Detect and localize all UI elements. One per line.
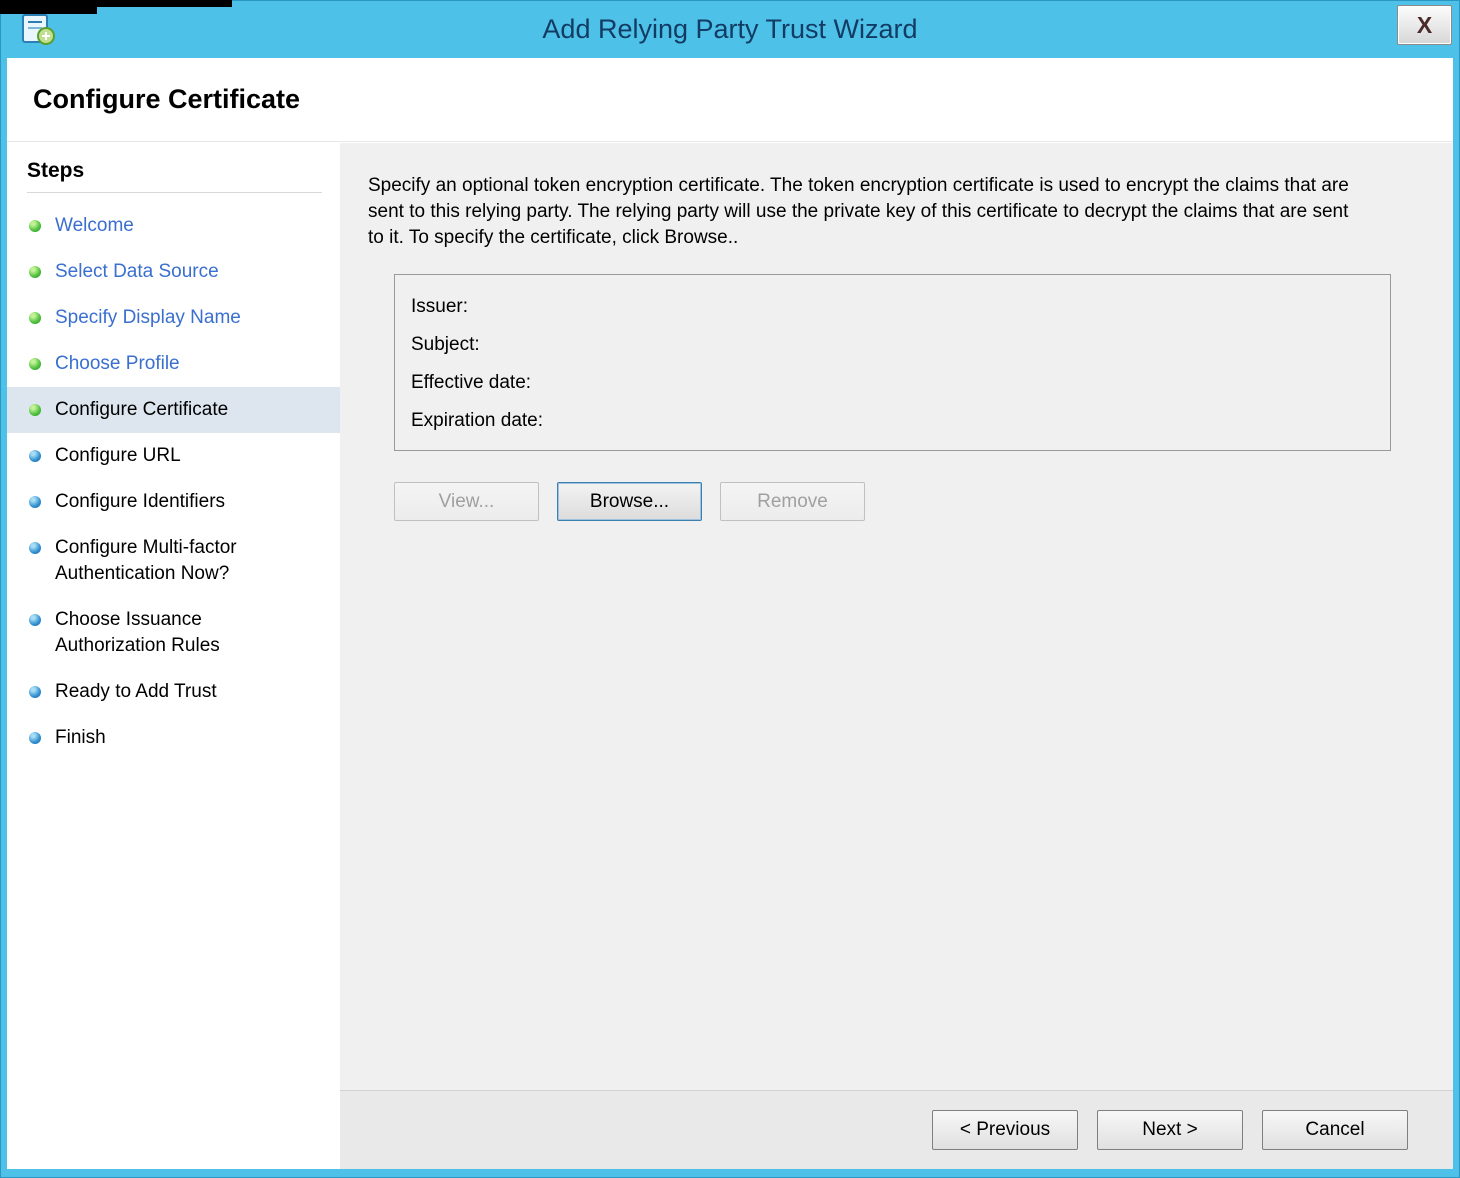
step-configure-identifiers: Configure Identifiers bbox=[7, 479, 340, 525]
page-description: Specify an optional token encryption cer… bbox=[368, 175, 1349, 248]
step-specify-display-name[interactable]: Specify Display Name bbox=[7, 295, 340, 341]
steps-list: Welcome Select Data Source Specify Displ… bbox=[7, 203, 340, 761]
wizard-window: Add Relying Party Trust Wizard X Configu… bbox=[0, 0, 1460, 1178]
view-button: View... bbox=[394, 482, 539, 521]
step-label: Select Data Source bbox=[55, 261, 219, 282]
certificate-summary: Issuer: Subject: Effective date: Expirat… bbox=[394, 274, 1391, 451]
step-label: Specify Display Name bbox=[55, 307, 241, 328]
step-choose-profile[interactable]: Choose Profile bbox=[7, 341, 340, 387]
certificate-field-effective-date: Effective date: bbox=[411, 364, 1374, 402]
step-label: Choose Issuance Authorization Rules bbox=[55, 609, 220, 656]
step-configure-certificate: Configure Certificate bbox=[7, 387, 340, 433]
certificate-field-issuer: Issuer: bbox=[411, 288, 1374, 326]
page-header: Configure Certificate bbox=[7, 58, 1453, 142]
main-pane: Specify an optional token encryption cer… bbox=[340, 143, 1453, 1169]
step-label: Configure Identifiers bbox=[55, 491, 226, 512]
step-label: Configure URL bbox=[55, 445, 181, 466]
step-configure-url: Configure URL bbox=[7, 433, 340, 479]
certificate-actions: View... Browse... Remove bbox=[394, 482, 1425, 521]
close-button[interactable]: X bbox=[1397, 5, 1452, 45]
title-bar: Add Relying Party Trust Wizard X bbox=[0, 0, 1460, 58]
step-select-data-source[interactable]: Select Data Source bbox=[7, 249, 340, 295]
page-title: Configure Certificate bbox=[33, 84, 301, 114]
step-label: Configure Certificate bbox=[55, 399, 229, 420]
browse-button[interactable]: Browse... bbox=[557, 482, 702, 521]
step-label: Finish bbox=[55, 727, 106, 748]
step-status-icon bbox=[29, 220, 41, 232]
step-label: Choose Profile bbox=[55, 353, 180, 374]
window-title: Add Relying Party Trust Wizard bbox=[542, 14, 918, 44]
certificate-field-label: Subject: bbox=[411, 334, 480, 355]
steps-sidebar: Steps Welcome Select Data Source Specify… bbox=[7, 143, 340, 1169]
step-label: Ready to Add Trust bbox=[55, 681, 217, 702]
step-label: Welcome bbox=[55, 215, 134, 236]
step-configure-multifactor-auth: Configure Multi-factor Authentication No… bbox=[7, 525, 340, 597]
step-status-icon bbox=[29, 496, 41, 508]
step-status-icon bbox=[29, 614, 41, 626]
step-finish: Finish bbox=[7, 715, 340, 761]
step-label: Configure Multi-factor Authentication No… bbox=[55, 537, 237, 584]
step-choose-issuance-rules: Choose Issuance Authorization Rules bbox=[7, 597, 340, 669]
content-area: Specify an optional token encryption cer… bbox=[340, 143, 1453, 1090]
next-button[interactable]: Next > bbox=[1097, 1110, 1243, 1150]
certificate-field-subject: Subject: bbox=[411, 326, 1374, 364]
step-status-icon bbox=[29, 732, 41, 744]
step-status-icon bbox=[29, 686, 41, 698]
steps-heading: Steps bbox=[27, 159, 322, 193]
cancel-button[interactable]: Cancel bbox=[1262, 1110, 1408, 1150]
step-status-icon bbox=[29, 266, 41, 278]
step-welcome[interactable]: Welcome bbox=[7, 203, 340, 249]
step-ready-to-add-trust: Ready to Add Trust bbox=[7, 669, 340, 715]
step-status-icon bbox=[29, 404, 41, 416]
certificate-field-label: Issuer: bbox=[411, 296, 469, 317]
step-status-icon bbox=[29, 542, 41, 554]
certificate-field-expiration-date: Expiration date: bbox=[411, 402, 1374, 440]
certificate-field-label: Expiration date: bbox=[411, 410, 544, 431]
step-status-icon bbox=[29, 312, 41, 324]
step-status-icon bbox=[29, 358, 41, 370]
step-status-icon bbox=[29, 450, 41, 462]
certificate-field-label: Effective date: bbox=[411, 372, 532, 393]
client-area: Configure Certificate Steps Welcome Sele… bbox=[7, 58, 1453, 1169]
remove-button: Remove bbox=[720, 482, 865, 521]
previous-button[interactable]: < Previous bbox=[932, 1110, 1078, 1150]
wizard-footer: < Previous Next > Cancel bbox=[340, 1090, 1453, 1169]
